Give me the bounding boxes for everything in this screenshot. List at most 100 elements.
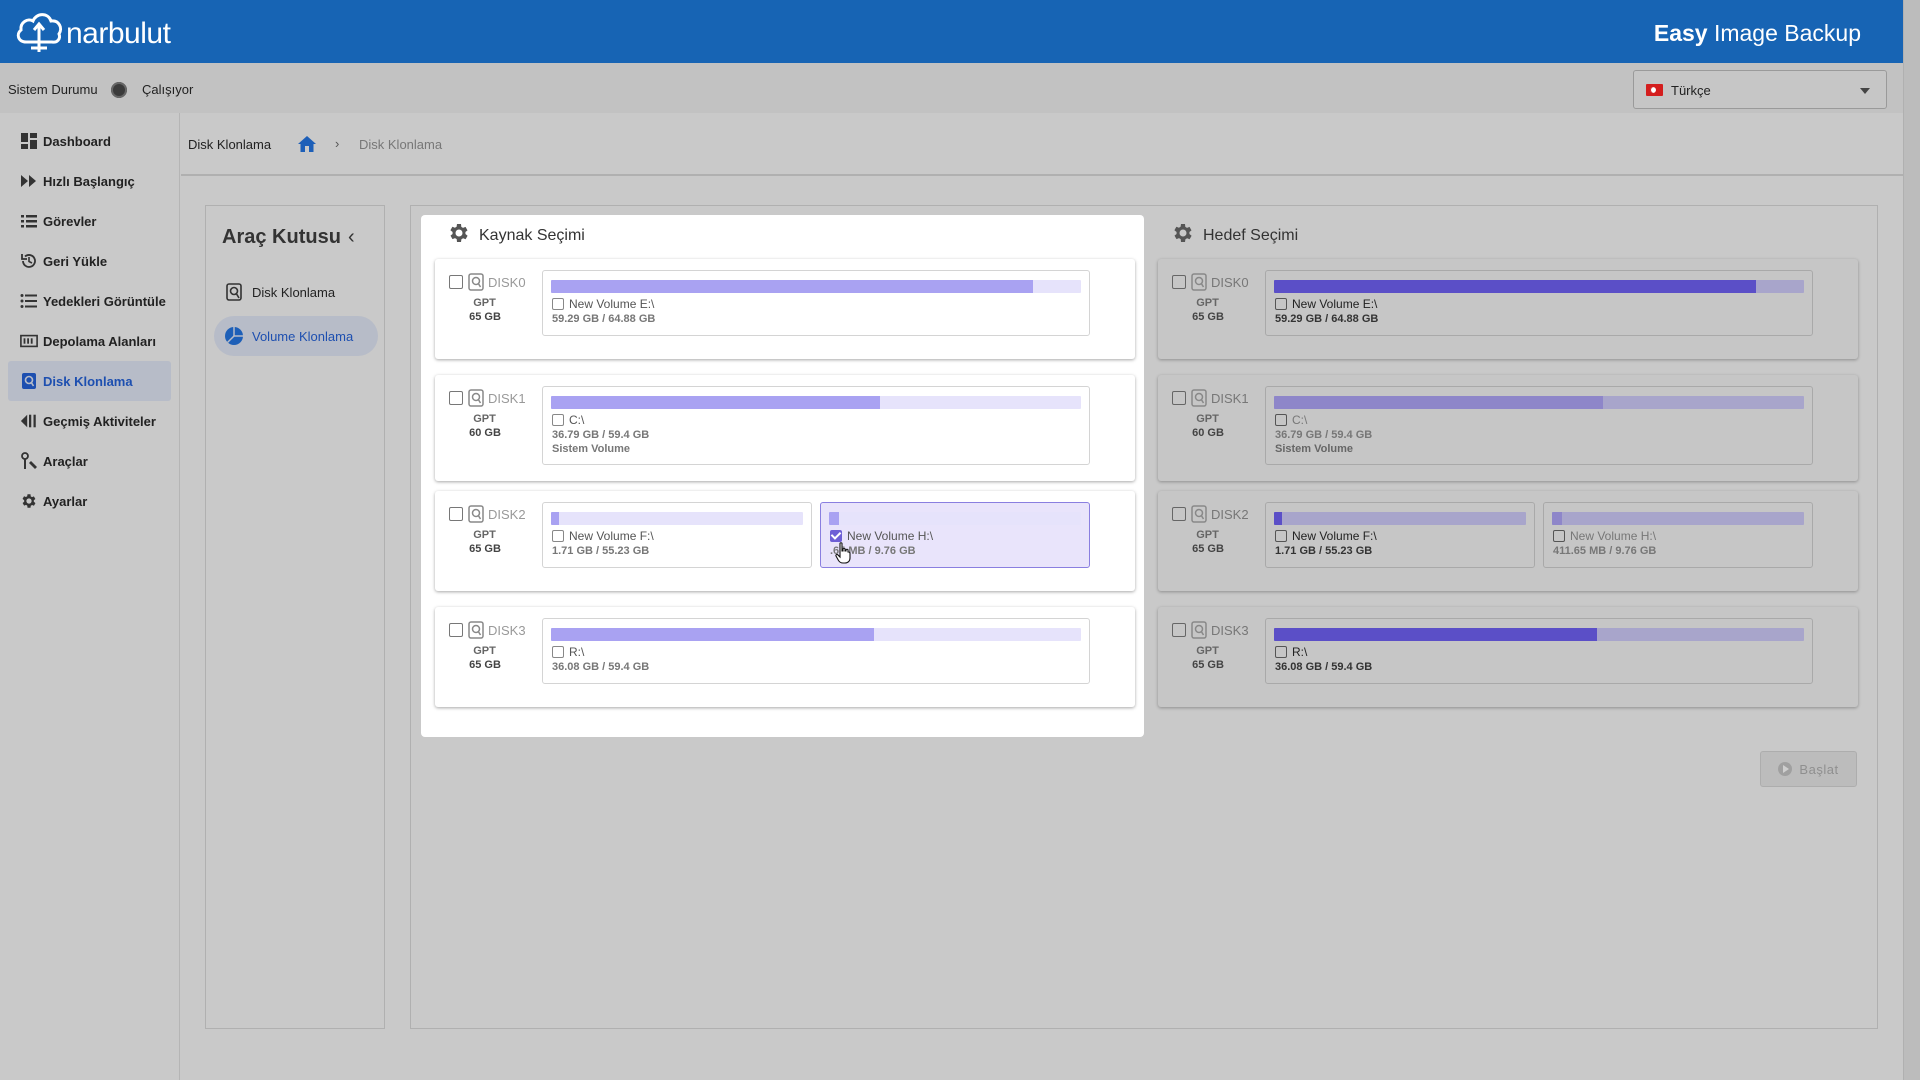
toolbox-item-disk-clone[interactable]: Disk Klonlama: [214, 272, 378, 312]
target-selection-panel: Hedef Seçimi DISK0 GPT 65 GB New Volume E:\…: [1153, 215, 1867, 737]
gear-icon: [1171, 221, 1195, 250]
vertical-scrollbar[interactable]: [1903, 0, 1920, 1080]
volume-checkbox[interactable]: [552, 414, 564, 426]
chevron-down-icon: [1860, 88, 1870, 94]
usage-bar-fill: [551, 512, 559, 525]
disk-checkbox[interactable]: [449, 391, 463, 405]
usage-bar: [1274, 396, 1804, 409]
volume-item[interactable]: C:\ 36.79 GB / 59.4 GB Sistem Volume: [542, 386, 1090, 465]
language-select[interactable]: Türkçe: [1633, 70, 1887, 109]
status-indicator-icon: [111, 82, 127, 98]
disk-checkbox[interactable]: [449, 507, 463, 521]
usage-bar-fill: [1274, 396, 1603, 409]
app-title: Easy Image Backup: [1653, 20, 1861, 46]
volume-usage: 36.08 GB / 59.4 GB: [552, 661, 650, 673]
status-bar: Sistem Durumu Çalışıyor Türkçe: [0, 63, 1903, 113]
volume-item[interactable]: R:\ 36.08 GB / 59.4 GB: [542, 618, 1090, 684]
restore-icon: [20, 252, 38, 270]
volume-item[interactable]: New Volume E:\ 59.29 GB / 64.88 GB: [1265, 270, 1813, 336]
sidebar-item-label: Ayarlar: [43, 493, 88, 509]
volume-item[interactable]: C:\ 36.79 GB / 59.4 GB Sistem Volume: [1265, 386, 1813, 465]
disk-card: DISK2 GPT 65 GB New Volume F:\ 1.71 GB / 55.…: [1158, 491, 1858, 591]
brand-logo[interactable]: narbulut: [14, 8, 171, 59]
volume-checkbox[interactable]: [1275, 646, 1287, 658]
disk-checkbox[interactable]: [449, 275, 463, 289]
target-panel-header: Hedef Seçimi: [1171, 221, 1298, 250]
fast-forward-icon: [20, 172, 38, 190]
tools-icon: [20, 452, 38, 470]
disk-checkbox[interactable]: [1172, 275, 1186, 289]
disk-type: GPT: [473, 529, 496, 541]
volume-checkbox[interactable]: [830, 530, 842, 542]
sidebar-item-hızlı-başlangıç[interactable]: Hızlı Başlangıç: [0, 161, 179, 201]
volume-checkbox[interactable]: [552, 530, 564, 542]
disk-checkbox[interactable]: [1172, 623, 1186, 637]
volume-item[interactable]: New Volume H:\ .65 MB / 9.76 GB: [820, 502, 1090, 568]
usage-bar: [551, 628, 1081, 641]
sidebar-item-görevler[interactable]: Görevler: [0, 201, 179, 241]
usage-bar: [829, 512, 1081, 525]
disk-name: DISK2: [1211, 507, 1249, 522]
volume-usage: 36.79 GB / 59.4 GB: [552, 429, 650, 441]
gear-icon: [20, 492, 38, 510]
volume-checkbox[interactable]: [1553, 530, 1565, 542]
volume-name: New Volume H:\: [1570, 529, 1657, 543]
toolbox-item-label: Disk Klonlama: [252, 284, 336, 300]
disk-type: GPT: [1196, 529, 1219, 541]
disk-icon: [468, 505, 484, 528]
volume-checkbox[interactable]: [552, 298, 564, 310]
sidebar-item-geçmiş-aktiviteler[interactable]: Geçmiş Aktiviteler: [0, 401, 179, 441]
volume-checkbox[interactable]: [552, 646, 564, 658]
cloud-logo-icon: [14, 8, 64, 59]
sidebar-item-label: Geçmiş Aktiviteler: [43, 413, 156, 429]
disk-checkbox[interactable]: [1172, 507, 1186, 521]
usage-bar-fill: [1274, 512, 1282, 525]
volume-checkbox[interactable]: [1275, 530, 1287, 542]
volume-item[interactable]: New Volume F:\ 1.71 GB / 55.23 GB: [1265, 502, 1535, 568]
volume-item[interactable]: New Volume H:\ 411.65 MB / 9.76 GB: [1543, 502, 1813, 568]
volume-name: New Volume E:\: [569, 297, 655, 311]
disk-size: 65 GB: [469, 659, 501, 671]
volume-checkbox[interactable]: [1275, 414, 1287, 426]
sidebar-item-yedekleri-görüntüle[interactable]: Yedekleri Görüntüle: [0, 281, 179, 321]
sidebar-item-label: Araçlar: [43, 453, 88, 469]
volume-name: R:\: [569, 645, 585, 659]
disk-icon: [468, 621, 484, 644]
brand-name: narbulut: [66, 16, 171, 50]
disk-card: DISK1 GPT 60 GB C:\ 36.79 GB / 59.4 GB Sistem…: [435, 375, 1135, 481]
toolbox-title: Araç Kutusu: [222, 226, 341, 248]
volume-usage: 1.71 GB / 55.23 GB: [1275, 545, 1373, 557]
usage-bar: [1274, 512, 1526, 525]
volume-description: Sistem Volume: [1275, 443, 1354, 455]
volume-name: C:\: [569, 413, 585, 427]
dashboard-icon: [20, 132, 38, 150]
toolbox-item-volume-clone[interactable]: Volume Klonlama: [214, 316, 378, 356]
sidebar-item-araçlar[interactable]: Araçlar: [0, 441, 179, 481]
disk-size: 65 GB: [469, 311, 501, 323]
sidebar-item-label: Hızlı Başlangıç: [43, 173, 135, 189]
sidebar-item-disk-klonlama[interactable]: Disk Klonlama: [8, 361, 171, 401]
source-selection-panel: Kaynak Seçimi DISK0 GPT 65 GB New Volume E:…: [421, 215, 1144, 737]
disk-size: 65 GB: [1192, 543, 1224, 555]
start-button[interactable]: Başlat: [1760, 751, 1857, 787]
sidebar-item-ayarlar[interactable]: Ayarlar: [0, 481, 179, 521]
disk-checkbox[interactable]: [1172, 391, 1186, 405]
volume-checkbox[interactable]: [1275, 298, 1287, 310]
usage-bar: [551, 396, 1081, 409]
disk-type: GPT: [1196, 645, 1219, 657]
volume-name: R:\: [1292, 645, 1308, 659]
disk-checkbox[interactable]: [449, 623, 463, 637]
usage-bar-fill: [551, 628, 875, 641]
volume-item[interactable]: New Volume E:\ 59.29 GB / 64.88 GB: [542, 270, 1090, 336]
volume-usage: 1.71 GB / 55.23 GB: [552, 545, 650, 557]
volume-usage: 36.79 GB / 59.4 GB: [1275, 429, 1373, 441]
volume-item[interactable]: R:\ 36.08 GB / 59.4 GB: [1265, 618, 1813, 684]
volume-item[interactable]: New Volume F:\ 1.71 GB / 55.23 GB: [542, 502, 812, 568]
home-icon[interactable]: [297, 135, 317, 158]
app-header: narbulut Easy Image Backup: [0, 0, 1903, 63]
sidebar-item-depolama-alanları[interactable]: Depolama Alanları: [0, 321, 179, 361]
sidebar-item-dashboard[interactable]: Dashboard: [0, 121, 179, 161]
source-panel-header: Kaynak Seçimi: [447, 221, 585, 250]
collapse-toolbox-button[interactable]: ‹: [348, 226, 355, 249]
sidebar-item-geri-yükle[interactable]: Geri Yükle: [0, 241, 179, 281]
